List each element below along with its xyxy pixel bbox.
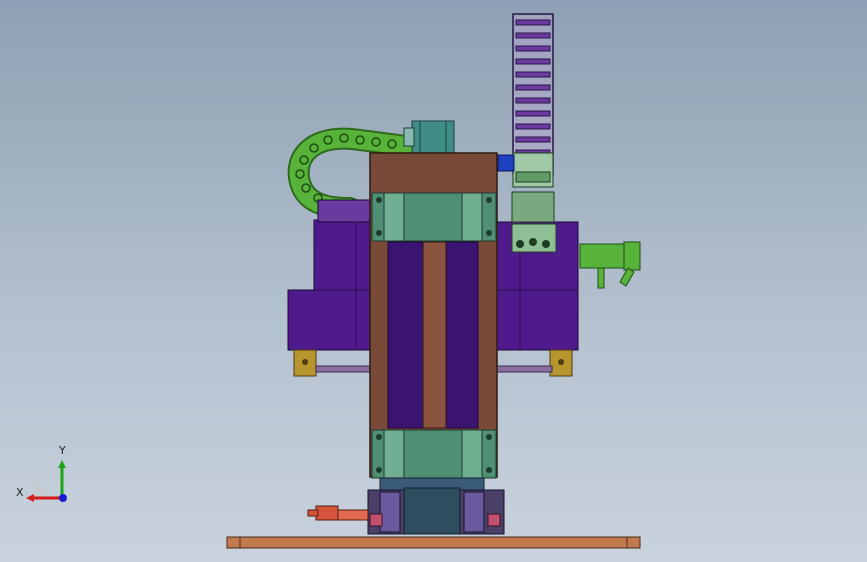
left-mounting-plate	[287, 199, 379, 351]
chain-link	[515, 123, 551, 130]
right-support-bracket	[495, 349, 573, 377]
triad-y-label: Y	[58, 444, 66, 457]
top-servo-motor	[403, 120, 455, 154]
base-plate	[226, 536, 641, 549]
left-support-bracket	[293, 349, 377, 377]
chain-link	[515, 110, 551, 117]
pneumatic-cylinder	[307, 505, 369, 521]
cad-viewport[interactable]: X Y	[0, 0, 867, 562]
chain-link	[515, 97, 551, 104]
side-servo-motor	[579, 241, 641, 289]
chain-link	[515, 19, 551, 26]
chain-link	[515, 32, 551, 39]
chain-link	[515, 84, 551, 91]
coordinate-triad-icon: X Y	[16, 444, 67, 502]
upper-carriage	[371, 192, 497, 242]
base-block	[367, 477, 505, 535]
assembly-drawing[interactable]: X Y	[0, 0, 867, 562]
chain-link	[515, 45, 551, 52]
chain-link	[515, 58, 551, 65]
chain-link	[515, 71, 551, 78]
triad-x-label: X	[16, 486, 24, 499]
chain-link	[515, 136, 551, 143]
lower-carriage	[371, 429, 497, 479]
vertical-cable-chain	[512, 13, 554, 175]
